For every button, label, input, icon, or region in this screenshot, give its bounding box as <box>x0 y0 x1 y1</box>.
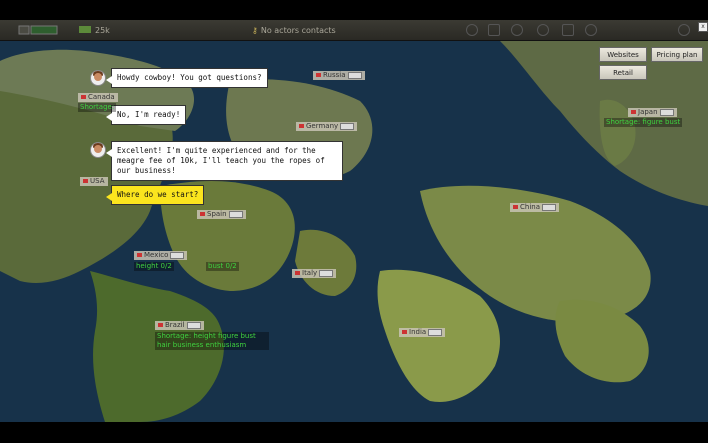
retail-button[interactable]: Retail <box>599 65 647 80</box>
flag-icon <box>158 323 163 327</box>
money-value: 25k <box>95 25 110 35</box>
bottom-letterbox <box>0 422 708 443</box>
country-label-germany[interactable]: Germany <box>296 122 358 131</box>
country-label-spain[interactable]: Spain <box>197 210 246 219</box>
country-name: Spain <box>207 210 227 218</box>
dialogue-text-1: Howdy cowboy! You got questions? <box>117 73 262 82</box>
shortage-japan: Shortage: figure bust <box>604 118 683 127</box>
country-name: USA <box>90 177 105 185</box>
pricing-plan-button[interactable]: Pricing plan <box>651 47 703 62</box>
country-label-japan[interactable]: Japan <box>628 108 677 117</box>
country-name: Germany <box>306 122 339 130</box>
country-name: India <box>409 328 427 336</box>
flag-icon <box>137 253 142 257</box>
shortage-mexico-height: height 0/2 <box>134 262 174 271</box>
menu-icon[interactable] <box>18 20 58 40</box>
shirt-icon[interactable] <box>562 24 574 36</box>
settings-icon[interactable] <box>678 24 690 36</box>
country-label-china[interactable]: China <box>510 203 559 212</box>
country-label-mexico[interactable]: Mexico <box>134 251 188 260</box>
toolbar-icon-2[interactable] <box>488 24 500 36</box>
world-map: Howdy cowboy! You got questions? No, I'm… <box>0 41 708 422</box>
flag-icon <box>513 205 518 209</box>
flag-icon <box>402 330 407 334</box>
country-name: Italy <box>302 269 318 277</box>
advisor-avatar <box>90 70 106 86</box>
globe-icon[interactable] <box>511 24 523 36</box>
retail-label: Retail <box>613 68 633 77</box>
shortage-mexico-bust: bust 0/2 <box>206 262 239 271</box>
country-label-brazil[interactable]: Brazil <box>155 321 204 330</box>
country-label-india[interactable]: India <box>399 328 446 337</box>
flag-icon <box>83 179 88 183</box>
country-label-italy[interactable]: Italy <box>292 269 337 278</box>
handshake-icon[interactable] <box>537 24 549 36</box>
dialogue-bubble-2: No, I'm ready! <box>105 105 187 125</box>
dialogue-bubble-1: Howdy cowboy! You got questions? <box>106 68 268 88</box>
contacts-text: No actors contacts <box>260 25 336 35</box>
country-name: Canada <box>88 93 115 101</box>
flag-icon <box>200 212 205 216</box>
gear-icon[interactable] <box>585 24 597 36</box>
flag-icon <box>316 73 321 77</box>
country-name: Japan <box>638 108 658 116</box>
country-name: Russia <box>323 71 346 79</box>
websites-label: Websites <box>607 50 639 59</box>
advisor-avatar-2 <box>90 142 106 158</box>
shortage-canada: Shortage: <box>78 103 117 112</box>
dialogue-text-3: Excellent! I'm quite experienced and for… <box>117 146 325 175</box>
cash-icon <box>78 24 92 36</box>
top-bar: 25k ⚷ No actors contacts <box>0 20 708 41</box>
close-icon[interactable]: x <box>698 22 708 32</box>
contacts-status: ⚷ No actors contacts <box>252 20 336 40</box>
pricing-plan-label: Pricing plan <box>656 50 698 59</box>
shortage-brazil: Shortage: height figure bust hair busine… <box>155 332 269 350</box>
country-name: Mexico <box>144 251 169 259</box>
dialogue-bubble-3: Excellent! I'm quite experienced and for… <box>106 141 343 181</box>
dialogue-text-2: No, I'm ready! <box>117 110 181 119</box>
dialogue-choice-text: Where do we start? <box>117 190 199 199</box>
country-name: Brazil <box>165 321 185 329</box>
country-name: China <box>520 203 540 211</box>
flag-icon <box>631 110 636 114</box>
flag-icon <box>81 95 86 99</box>
country-label-usa[interactable]: USA <box>80 177 108 186</box>
toolbar-icon-1[interactable] <box>466 24 478 36</box>
dialogue-choice-where-start[interactable]: Where do we start? <box>105 185 205 205</box>
flag-icon <box>295 271 300 275</box>
country-label-canada[interactable]: Canada <box>78 93 118 102</box>
country-label-russia[interactable]: Russia <box>313 71 365 80</box>
key-icon: ⚷ <box>252 25 258 35</box>
flag-icon <box>299 124 304 128</box>
money-display: 25k <box>78 20 110 40</box>
websites-button[interactable]: Websites <box>599 47 647 62</box>
